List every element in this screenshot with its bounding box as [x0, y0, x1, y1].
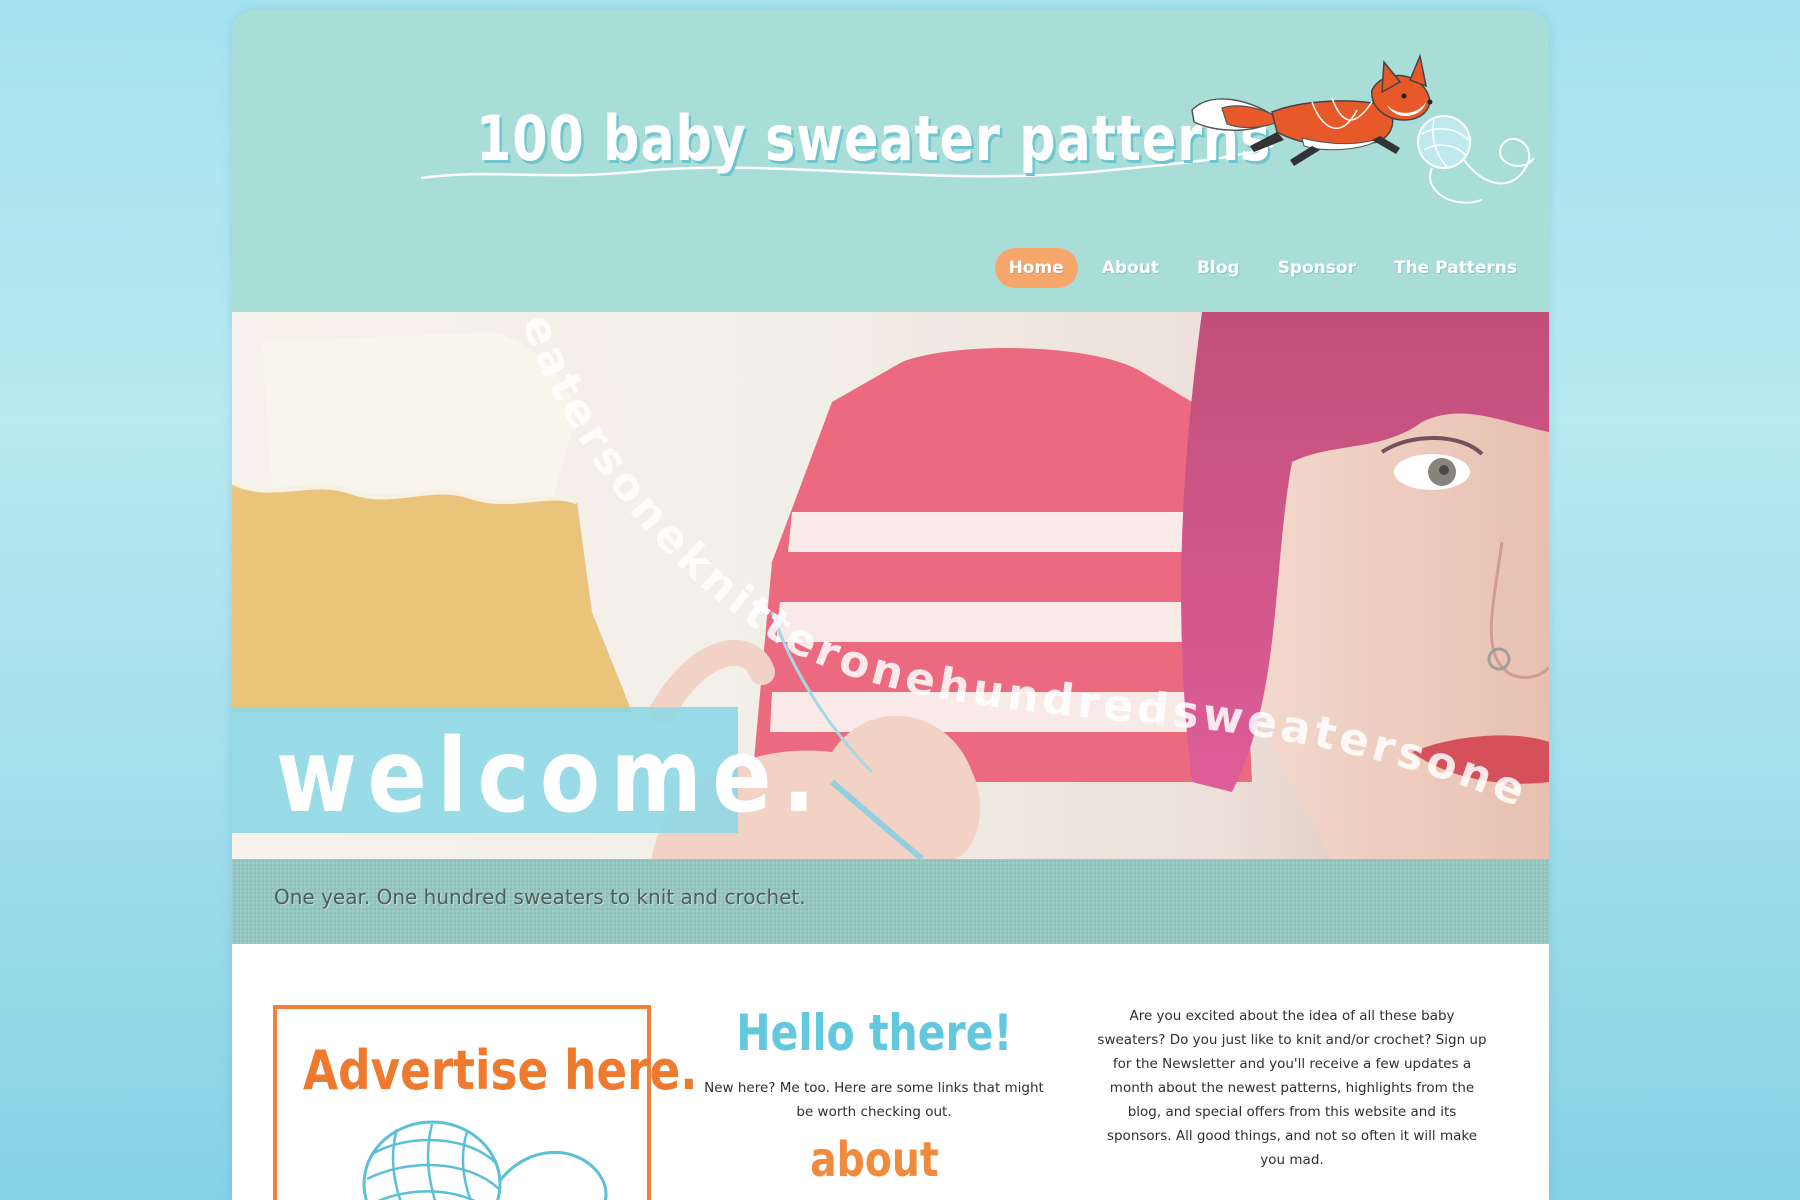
nav-home[interactable]: Home	[994, 248, 1078, 288]
main-nav: Home About Blog Sponsor The Patterns	[994, 248, 1531, 288]
content-area: Advertise here. Hello there! New here? M…	[232, 944, 1549, 1200]
welcome-heading: welcome.	[276, 717, 826, 836]
nav-sponsor[interactable]: Sponsor	[1264, 248, 1370, 288]
site-title[interactable]: 100 baby sweater patterns	[476, 102, 1271, 175]
hello-column: Hello there! New here? Me too. Here are …	[694, 1002, 1054, 1188]
hello-heading: Hello there!	[735, 1004, 1012, 1062]
fox-illustration	[1191, 53, 1535, 204]
hello-text: New here? Me too. Here are some links th…	[704, 1080, 1044, 1120]
advertise-box[interactable]: Advertise here.	[273, 1005, 697, 1200]
tagline-band: One year. One hundred sweaters to knit a…	[232, 859, 1549, 944]
advertise-title: Advertise here.	[303, 1039, 698, 1102]
tagline-text: One year. One hundred sweaters to knit a…	[274, 885, 806, 909]
about-link[interactable]: about	[810, 1132, 939, 1188]
hero-banner: eatersoneknitteronehundredsweatersone we…	[232, 312, 1549, 859]
page-container: 100 baby sweater patterns Home About Blo…	[232, 10, 1549, 1200]
newsletter-text: Are you excited about the idea of all th…	[1097, 1008, 1487, 1168]
yarn-ball-icon	[362, 1120, 608, 1200]
nav-blog[interactable]: Blog	[1183, 248, 1254, 288]
site-header: 100 baby sweater patterns Home About Blo…	[232, 10, 1549, 312]
nav-about[interactable]: About	[1088, 248, 1173, 288]
nav-the-patterns[interactable]: The Patterns	[1380, 248, 1531, 288]
